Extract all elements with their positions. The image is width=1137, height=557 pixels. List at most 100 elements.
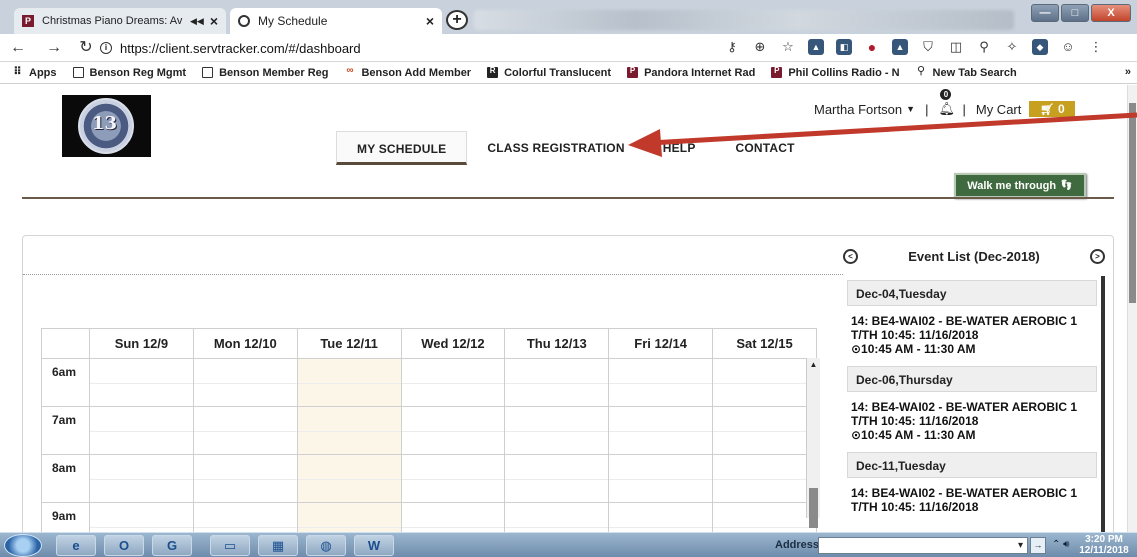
my-cart-link[interactable]: My Cart	[976, 102, 1022, 117]
calendar-slot[interactable]	[296, 454, 402, 503]
bookmark-benson-add-member[interactable]: ∞ Benson Add Member	[344, 66, 471, 79]
calendar-slot[interactable]	[400, 406, 506, 455]
page-scrollbar[interactable]	[1127, 85, 1137, 532]
calendar-slot[interactable]	[192, 406, 298, 455]
calendar-slot[interactable]	[192, 358, 298, 407]
user-menu[interactable]: Martha Fortson	[814, 102, 902, 117]
forward-arrow-icon[interactable]: →	[44, 38, 64, 58]
day-column-header[interactable]: Mon 12/10	[192, 328, 298, 359]
profile-icon[interactable]: ☺	[1060, 39, 1076, 55]
bookmark-phil-collins[interactable]: P Phil Collins Radio - N	[771, 67, 900, 79]
nav-help[interactable]: HELP	[645, 131, 716, 165]
walk-me-through-button[interactable]: Walk me through 👣︎	[954, 173, 1086, 198]
extension-icon[interactable]: ▲	[892, 39, 908, 55]
lastpass-icon[interactable]: ●	[864, 39, 880, 55]
day-column-header[interactable]: Sun 12/9	[89, 328, 194, 359]
maximize-button[interactable]: □	[1061, 4, 1089, 22]
day-column-header[interactable]: Thu 12/13	[504, 328, 610, 359]
shield-icon[interactable]: ⛉	[920, 39, 936, 55]
audio-icon[interactable]: ◀◀	[190, 16, 204, 27]
taskbar-address-input[interactable]: ▾	[818, 537, 1028, 554]
app-icon[interactable]: O	[104, 535, 144, 556]
url-field[interactable]: i https://client.servtracker.com/#/dashb…	[100, 37, 800, 59]
calendar-slot[interactable]	[89, 502, 194, 532]
extension-icon[interactable]: ✧	[1004, 39, 1020, 55]
calendar-slot[interactable]	[608, 406, 714, 455]
star-icon[interactable]: ☆	[780, 39, 796, 55]
calendar-slot[interactable]	[400, 454, 506, 503]
calendar-slot[interactable]	[504, 454, 610, 503]
extension-icon[interactable]: ◆	[1032, 39, 1048, 55]
info-icon[interactable]: i	[100, 42, 112, 54]
scroll-up-icon[interactable]: ▲	[807, 358, 820, 372]
cart-button[interactable]: 🛒︎ 0	[1029, 101, 1076, 117]
close-tab-icon[interactable]: ×	[426, 13, 434, 29]
chevron-down-icon[interactable]: ▼	[906, 104, 915, 114]
calendar-slot[interactable]	[712, 454, 817, 503]
nav-contact[interactable]: CONTACT	[716, 131, 815, 165]
bookmark-colorful-translucent[interactable]: R Colorful Translucent	[487, 67, 611, 79]
bookmark-benson-member-reg[interactable]: Benson Member Reg	[202, 67, 328, 79]
new-tab-button[interactable]: +	[446, 10, 468, 30]
day-column-header[interactable]: Wed 12/12	[400, 328, 506, 359]
event-item[interactable]: 14: BE4-WAI02 - BE-WATER AEROBIC 1 T/TH …	[843, 306, 1093, 362]
reload-icon[interactable]: ↻	[76, 38, 96, 58]
calendar-slot[interactable]	[608, 454, 714, 503]
network-icon[interactable]: ▦	[258, 535, 298, 556]
site-logo[interactable]: 13	[62, 95, 151, 157]
blurred-tab[interactable]	[474, 10, 1014, 30]
ie-icon[interactable]: e	[56, 535, 96, 556]
close-window-button[interactable]: X	[1091, 4, 1131, 22]
day-column-header[interactable]: Sat 12/15	[712, 328, 817, 359]
app-icon[interactable]: ◍	[306, 535, 346, 556]
url-text[interactable]: https://client.servtracker.com/#/dashboa…	[120, 41, 361, 56]
chrome-icon[interactable]: G	[152, 535, 192, 556]
system-tray[interactable]: ⌃ 🔊︎	[1052, 539, 1069, 550]
bookmark-apps[interactable]: ⠿ Apps	[12, 67, 56, 79]
calendar-slot[interactable]	[89, 358, 194, 407]
close-tab-icon[interactable]: ×	[210, 13, 218, 29]
folder-icon[interactable]: ▭	[210, 535, 250, 556]
event-item[interactable]: 14: BE4-WAI02 - BE-WATER AEROBIC 1 T/TH …	[843, 392, 1093, 448]
calendar-slot[interactable]	[89, 454, 194, 503]
menu-dots-icon[interactable]: ⋮	[1088, 39, 1104, 55]
go-arrow-icon[interactable]: →	[1030, 537, 1046, 554]
bookmark-benson-reg-mgmt[interactable]: Benson Reg Mgmt	[72, 67, 186, 79]
calendar-scrollbar[interactable]: ▲	[806, 358, 820, 528]
zoom-icon[interactable]: ⊕	[752, 39, 768, 55]
nav-class-registration[interactable]: CLASS REGISTRATION	[467, 131, 644, 165]
prev-month-icon[interactable]: <	[843, 248, 858, 264]
start-button[interactable]	[4, 534, 42, 557]
tab-christmas-piano[interactable]: P Christmas Piano Dreams: Av ◀◀ ×	[14, 8, 226, 34]
scroll-thumb[interactable]	[809, 488, 818, 528]
calendar-slot[interactable]	[296, 358, 402, 407]
next-month-icon[interactable]: >	[1090, 248, 1105, 264]
calendar-slot[interactable]	[192, 454, 298, 503]
word-icon[interactable]: W	[354, 535, 394, 556]
calendar-slot[interactable]	[504, 358, 610, 407]
calendar-slot[interactable]	[89, 406, 194, 455]
calendar-slot[interactable]	[192, 502, 298, 532]
calendar-slot[interactable]	[400, 358, 506, 407]
calendar-slot[interactable]	[608, 358, 714, 407]
bookmark-pandora[interactable]: P Pandora Internet Rad	[627, 67, 755, 79]
location-icon[interactable]: ⚲	[976, 39, 992, 55]
key-icon[interactable]: ⚷	[724, 39, 740, 55]
bell-icon[interactable]: 🔔︎ 0	[938, 89, 955, 116]
calendar-slot[interactable]	[296, 406, 402, 455]
event-item[interactable]: 14: BE4-WAI02 - BE-WATER AEROBIC 1 T/TH …	[843, 478, 1093, 520]
bookmarks-more-icon[interactable]: »	[1125, 66, 1131, 78]
calendar-slot[interactable]	[504, 502, 610, 532]
event-list-scrollbar[interactable]	[1101, 276, 1105, 532]
calendar-slot[interactable]	[712, 358, 817, 407]
calendar-slot[interactable]	[504, 406, 610, 455]
calendar-slot[interactable]	[712, 502, 817, 532]
day-column-header[interactable]: Fri 12/14	[608, 328, 714, 359]
clock[interactable]: 3:20 PM 12/11/2018	[1074, 534, 1134, 556]
nav-my-schedule[interactable]: MY SCHEDULE	[336, 131, 468, 165]
tab-my-schedule[interactable]: My Schedule ×	[230, 8, 442, 34]
bookmark-new-tab-search[interactable]: ⚲ New Tab Search	[916, 66, 1017, 79]
calendar-slot[interactable]	[400, 502, 506, 532]
extension-icon[interactable]: ◫	[948, 39, 964, 55]
calendar-slot[interactable]	[296, 502, 402, 532]
